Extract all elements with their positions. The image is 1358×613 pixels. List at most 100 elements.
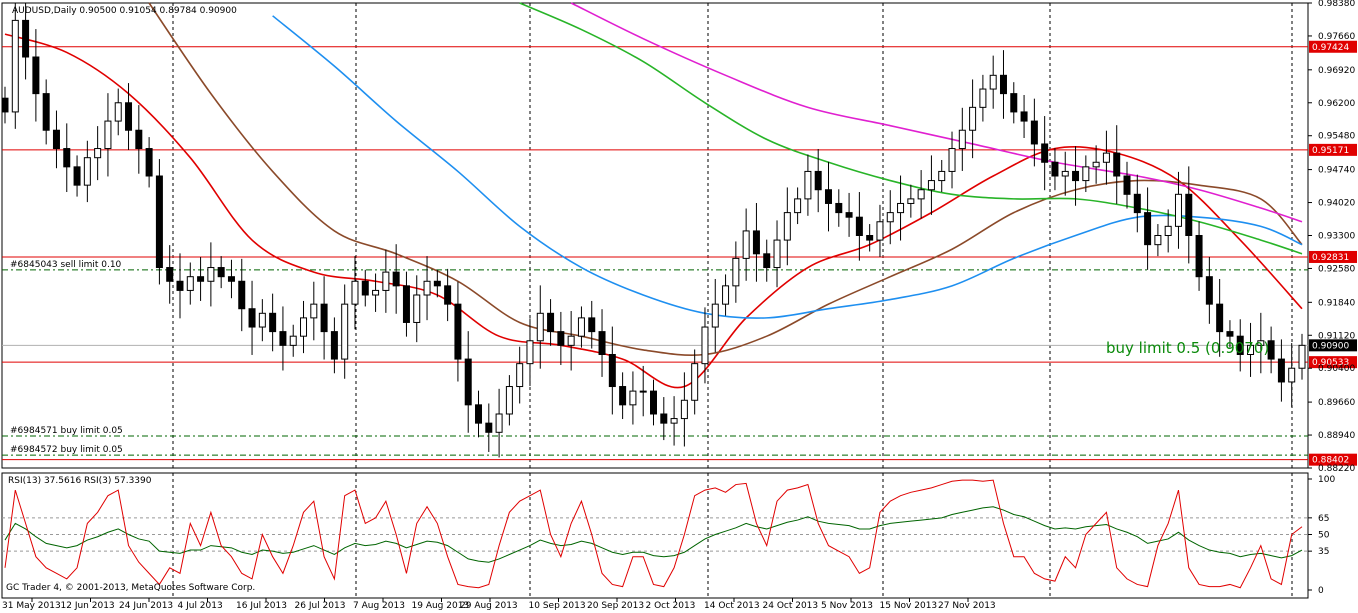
candle-body xyxy=(711,303,719,328)
candle-body xyxy=(402,285,410,323)
candle-body xyxy=(1061,170,1069,177)
chart-canvas: 0.974240.951710.928310.905330.884020.909… xyxy=(0,0,1358,613)
price-level-value: 0.97424 xyxy=(1312,43,1349,53)
candle-body xyxy=(413,294,421,323)
candle-body xyxy=(938,170,946,182)
pending-order-label: #6984572 buy limit 0.05 xyxy=(10,445,123,455)
price-tick-label: 0.93300 xyxy=(1318,232,1355,242)
candle-body xyxy=(763,253,771,269)
candle-body xyxy=(660,413,668,424)
price-tick-label: 0.88940 xyxy=(1318,431,1355,441)
price-tick-label: 0.92580 xyxy=(1318,264,1355,274)
candle-body xyxy=(42,93,50,131)
candle-body xyxy=(372,289,380,296)
price-tick-label: 0.91840 xyxy=(1318,298,1355,308)
candle-body xyxy=(1226,331,1234,337)
time-tick-label: 7 Aug 2013 xyxy=(353,601,405,611)
candle-body xyxy=(155,175,163,269)
candle-body xyxy=(1010,93,1018,113)
candle-body xyxy=(361,280,369,296)
candle-body xyxy=(289,335,297,346)
candle-body xyxy=(94,148,102,159)
candle-body xyxy=(258,312,266,328)
price-tick-label: 0.94020 xyxy=(1318,199,1355,209)
candle-body xyxy=(269,312,277,333)
time-tick-label: 26 Jul 2013 xyxy=(295,601,346,611)
candle-body xyxy=(351,280,359,305)
candle-body xyxy=(186,276,194,291)
candle-body xyxy=(1113,152,1121,177)
candle-body xyxy=(32,56,40,95)
candle-body xyxy=(526,340,534,365)
candle-body xyxy=(238,280,246,310)
candle-body xyxy=(433,280,441,287)
candle-body xyxy=(639,390,647,393)
candle-body xyxy=(804,170,812,200)
candle-body xyxy=(1123,175,1131,195)
candle-body xyxy=(1185,193,1193,236)
time-tick-label: 27 Nov 2013 xyxy=(938,601,996,611)
candle-body xyxy=(794,198,802,214)
price-tick-label: 0.90400 xyxy=(1318,364,1355,374)
candle-body xyxy=(135,129,143,150)
candle-body xyxy=(341,303,349,360)
candle-body xyxy=(1205,276,1213,305)
pending-order-label: #6984571 buy limit 0.05 xyxy=(10,426,123,436)
candle-body xyxy=(516,363,524,388)
candle-body xyxy=(588,317,596,333)
candle-body xyxy=(619,386,627,406)
candle-body xyxy=(948,148,956,172)
candle-body xyxy=(732,257,740,287)
candle-body xyxy=(83,157,91,186)
price-tick-label: 0.97660 xyxy=(1318,32,1355,42)
candle-body xyxy=(680,399,688,420)
candle-body xyxy=(1195,235,1203,278)
candle-body xyxy=(104,120,112,150)
candle-body xyxy=(145,148,153,177)
time-tick-label: 20 Sep 2013 xyxy=(587,601,644,611)
price-level-value: 0.92831 xyxy=(1312,253,1349,263)
candle-body xyxy=(691,363,699,401)
candle-body xyxy=(1154,235,1162,246)
current-price-value: 0.90900 xyxy=(1312,341,1349,351)
candle-body xyxy=(444,285,452,305)
candle-body xyxy=(598,331,606,355)
candle-body xyxy=(824,189,832,204)
candle-body xyxy=(63,148,71,168)
candle-body xyxy=(814,170,822,191)
candle-body xyxy=(855,216,863,237)
candle-body xyxy=(227,276,235,282)
candle-body xyxy=(1288,367,1296,383)
rsi-tick-label: 35 xyxy=(1318,547,1329,557)
candle-body xyxy=(1041,143,1049,163)
candle-body xyxy=(505,386,513,415)
candle-body xyxy=(1051,161,1059,177)
chart-title: AUDUSD,Daily 0.90500 0.91054 0.89784 0.9… xyxy=(12,6,237,16)
candle-body xyxy=(722,285,730,305)
candle-body xyxy=(248,308,256,328)
time-tick-label: 2 Oct 2013 xyxy=(646,601,696,611)
time-tick-label: 29 Aug 2013 xyxy=(460,601,518,611)
rsi-tick-label: 65 xyxy=(1318,514,1329,524)
candle-body xyxy=(866,235,874,241)
candle-body xyxy=(547,312,555,333)
candle-body xyxy=(783,212,791,241)
candle-body xyxy=(1298,344,1306,369)
candle-body xyxy=(886,212,894,223)
candle-body xyxy=(1216,303,1224,333)
rsi-title: RSI(13) 37.5616 RSI(3) 57.3390 xyxy=(8,476,152,486)
candle-body xyxy=(608,353,616,388)
candle-body xyxy=(495,413,503,433)
candle-body xyxy=(1072,170,1080,182)
time-tick-label: 10 Sep 2013 xyxy=(529,601,586,611)
candle-body xyxy=(475,404,483,424)
time-tick-label: 12 Jun 2013 xyxy=(61,601,115,611)
candle-body xyxy=(897,202,905,214)
candle-body xyxy=(1092,161,1100,168)
time-tick-label: 24 Jun 2013 xyxy=(119,601,173,611)
candle-body xyxy=(454,303,462,360)
price-tick-label: 0.96920 xyxy=(1318,66,1355,76)
candle-body xyxy=(1133,193,1141,214)
time-tick-label: 15 Nov 2013 xyxy=(880,601,938,611)
time-tick-label: 5 Nov 2013 xyxy=(821,601,873,611)
